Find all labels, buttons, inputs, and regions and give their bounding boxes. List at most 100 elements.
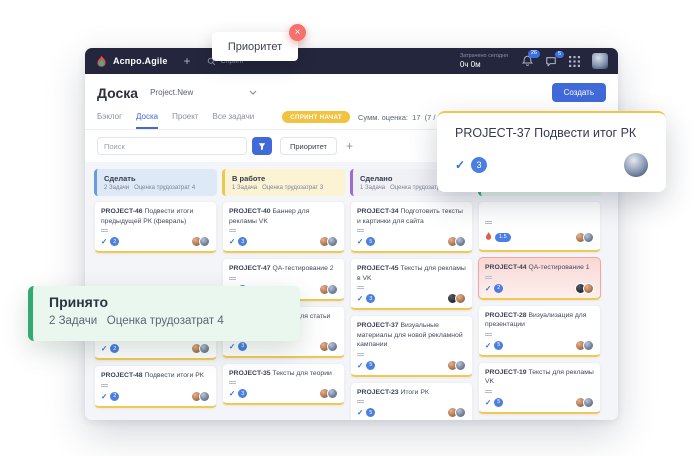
task-card[interactable]: PROJECT-45 Тексты для рекламы в VK ✓ 3 <box>350 258 473 310</box>
assignee-avatars <box>322 284 338 295</box>
quick-add-button[interactable]: + <box>184 55 191 67</box>
task-card-title: PROJECT-34 Подготовить тексты и картинки… <box>357 207 466 226</box>
add-filter-button[interactable]: + <box>346 140 353 152</box>
task-id: PROJECT-19 <box>485 369 527 376</box>
estimate-badge: 2 <box>110 392 119 401</box>
avatar <box>199 236 210 247</box>
avatar <box>327 341 338 352</box>
tab-1[interactable]: Бэклог <box>97 108 122 129</box>
done-check-icon: ✓ <box>485 284 491 293</box>
assignee-avatar <box>624 153 648 177</box>
task-card[interactable]: PROJECT-37 Визуальные материалы для ново… <box>350 315 473 377</box>
description-icon <box>357 400 466 403</box>
user-avatar[interactable] <box>592 53 608 69</box>
task-id: PROJECT-46 <box>101 208 143 215</box>
task-card[interactable]: PROJECT-34 Подготовить тексты и картинки… <box>350 201 473 253</box>
app-name: Аспро.Agile <box>113 56 168 66</box>
task-title: QA-тестирование 1 <box>528 264 589 271</box>
filter-button[interactable] <box>252 137 272 155</box>
task-card[interactable]: PROJECT-46 Подвести итоги предыдущей РК … <box>94 201 217 253</box>
task-id: PROJECT-35 <box>229 370 271 377</box>
task-card[interactable]: ✓ 1.5 <box>478 201 601 252</box>
time-tracker[interactable]: Затрачено сегодня 0ч 0м <box>460 53 508 69</box>
task-card-popup[interactable]: PROJECT-37 Подвести итог РК ✓ 3 <box>437 111 666 192</box>
avatar <box>583 283 594 294</box>
task-id: PROJECT-47 <box>229 265 271 272</box>
task-card-title: PROJECT-46 Подвести итоги предыдущей РК … <box>101 207 210 226</box>
task-card[interactable]: PROJECT-16 Подвести итоги РК ✓ <box>478 419 601 420</box>
overdue-flame-icon <box>485 228 492 246</box>
time-tracker-value: 0ч 0м <box>460 60 508 70</box>
task-id: PROJECT-37 <box>357 322 399 329</box>
estimate-badge: 3 <box>238 342 247 351</box>
description-icon <box>101 384 210 387</box>
description-icon <box>485 276 594 279</box>
avatar <box>199 343 210 354</box>
priority-tooltip: Приоритет × <box>212 32 298 61</box>
task-card-footer: ✓ 1.5 <box>485 228 594 246</box>
task-id: PROJECT-48 <box>101 372 143 379</box>
tab-2[interactable]: Доска <box>136 108 158 129</box>
search-input[interactable] <box>97 137 247 155</box>
task-title: Подвести итоги РК <box>144 372 203 379</box>
done-check-icon: ✓ <box>357 294 363 303</box>
task-card[interactable]: PROJECT-44 QA-тестирование 1 ✓ 2 <box>478 257 601 300</box>
assignee-avatars <box>322 388 338 399</box>
task-card-title: PROJECT-35 Тексты для теории <box>229 369 338 379</box>
task-card-footer: ✓ 2 <box>101 391 210 402</box>
app-logo[interactable]: Аспро.Agile <box>95 55 168 68</box>
column-title: Сделать <box>104 174 210 183</box>
done-check-icon: ✓ <box>229 389 235 398</box>
task-card[interactable]: PROJECT-19 Тексты для рекламы VK ✓ 5 <box>478 362 601 414</box>
kanban-column: Принято 2 Задачи Оценка трудозатрат 4 ✓ … <box>478 169 601 413</box>
notifications-button[interactable]: 26 <box>522 55 533 67</box>
assignee-avatars <box>322 236 338 247</box>
column-header[interactable]: В работе 1 Задача Оценка трудозатрат 3 <box>222 169 345 196</box>
done-check-icon: ✓ <box>357 408 363 417</box>
priority-filter-chip[interactable]: Приоритет <box>280 137 337 155</box>
tab-3[interactable]: Проект <box>172 108 198 129</box>
task-card-footer: ✓ 2 <box>101 343 210 354</box>
accepted-subtitle: 2 Задачи Оценка трудозатрат 4 <box>49 315 284 327</box>
task-card-footer: ✓ 3 <box>229 341 338 352</box>
task-card-title: PROJECT-44 QA-тестирование 1 <box>485 263 594 273</box>
task-card-title: PROJECT-19 Тексты для рекламы VK <box>485 368 594 387</box>
task-card-footer: ✓ 3 <box>229 388 338 399</box>
task-card[interactable]: PROJECT-40 Баннер для рекламы VK ✓ 3 <box>222 201 345 253</box>
assignee-avatars <box>578 283 594 294</box>
assignee-avatars <box>578 340 594 351</box>
assignee-avatars <box>578 232 594 243</box>
column-meta: 1 Задача Оценка трудозатрат 3 <box>232 185 338 191</box>
notifications-badge: 26 <box>528 50 540 58</box>
summary-text: Сумм. оценка: 17 (7 / 7) <box>358 113 444 122</box>
popup-task-title: PROJECT-37 Подвести итог РК <box>455 126 648 140</box>
task-card[interactable]: PROJECT-28 Визуализация для презентации … <box>478 305 601 357</box>
close-icon[interactable]: × <box>289 24 306 41</box>
task-card-footer: ✓ 2 <box>485 283 594 294</box>
column-meta: 2 Задачи Оценка трудозатрат 4 <box>104 185 210 191</box>
description-icon <box>485 333 594 336</box>
task-card[interactable]: PROJECT-35 Тексты для теории ✓ 3 <box>222 363 345 406</box>
flame-logo-icon <box>95 55 108 68</box>
column-header[interactable]: Сделать 2 Задачи Оценка трудозатрат 4 <box>94 169 217 196</box>
avatar <box>583 232 594 243</box>
assignee-avatars <box>450 407 466 418</box>
avatar <box>327 388 338 399</box>
task-card-footer: ✓ 2 <box>101 236 210 247</box>
task-card[interactable]: PROJECT-23 Итоги РК ✓ 5 <box>350 382 473 420</box>
apps-menu-button[interactable] <box>569 56 580 67</box>
task-card-title: PROJECT-47 QA-тестирование 2 <box>229 264 338 274</box>
messages-button[interactable]: 5 <box>545 56 557 67</box>
done-check-icon: ✓ <box>229 342 235 351</box>
description-icon <box>101 229 210 232</box>
task-id: PROJECT-44 <box>485 264 527 271</box>
time-tracker-label: Затрачено сегодня <box>460 53 508 60</box>
task-card-footer: ✓ 3 <box>357 293 466 304</box>
task-card[interactable]: PROJECT-48 Подвести итоги РК ✓ 2 <box>94 365 217 408</box>
create-button[interactable]: Создать <box>552 83 606 102</box>
chat-icon <box>545 56 557 67</box>
assignee-avatars <box>194 236 210 247</box>
assignee-avatars <box>194 391 210 402</box>
tab-4[interactable]: Все задачи <box>213 108 255 129</box>
project-selector[interactable]: Project.New <box>150 88 257 97</box>
